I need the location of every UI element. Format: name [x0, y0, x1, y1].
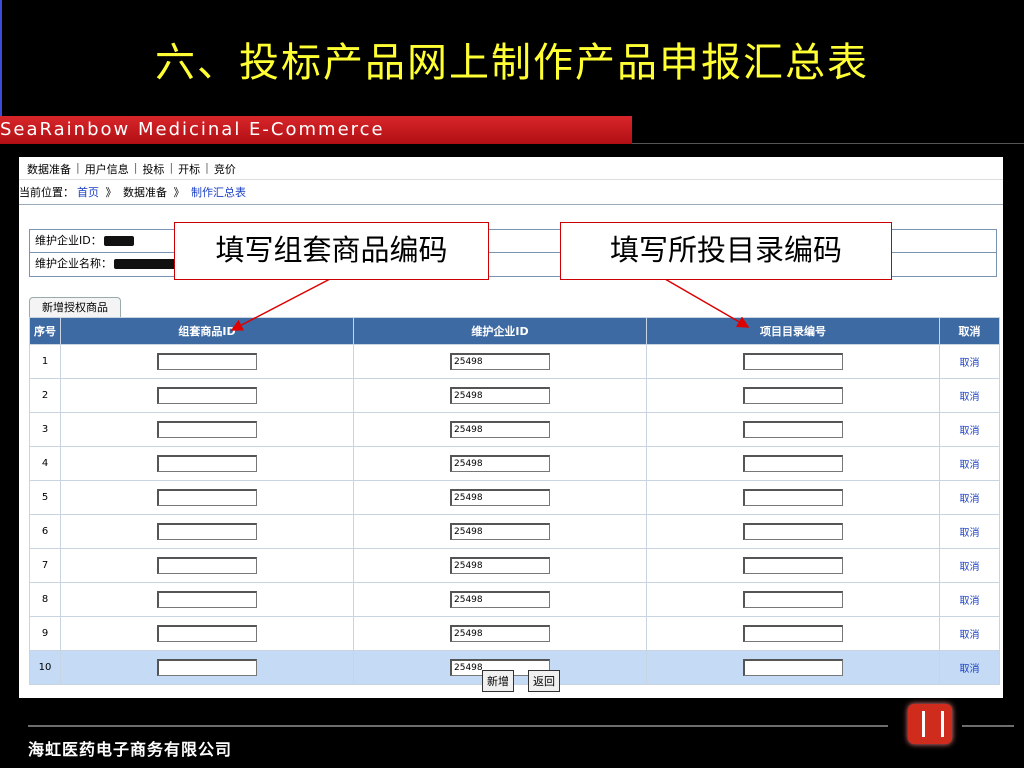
callout-arrows: [230, 278, 750, 331]
callout-catalog-code: 填写所投目录编码: [560, 222, 892, 280]
arrow-left: [230, 278, 331, 331]
footer-divider: [28, 725, 888, 727]
footer-divider: [962, 725, 1014, 727]
arrow-right: [664, 278, 750, 328]
company-name: 海虹医药电子商务有限公司: [28, 740, 233, 759]
logo-mark-icon: [922, 711, 944, 737]
company-logo: [908, 704, 952, 744]
callout-bundle-code: 填写组套商品编码: [174, 222, 489, 280]
